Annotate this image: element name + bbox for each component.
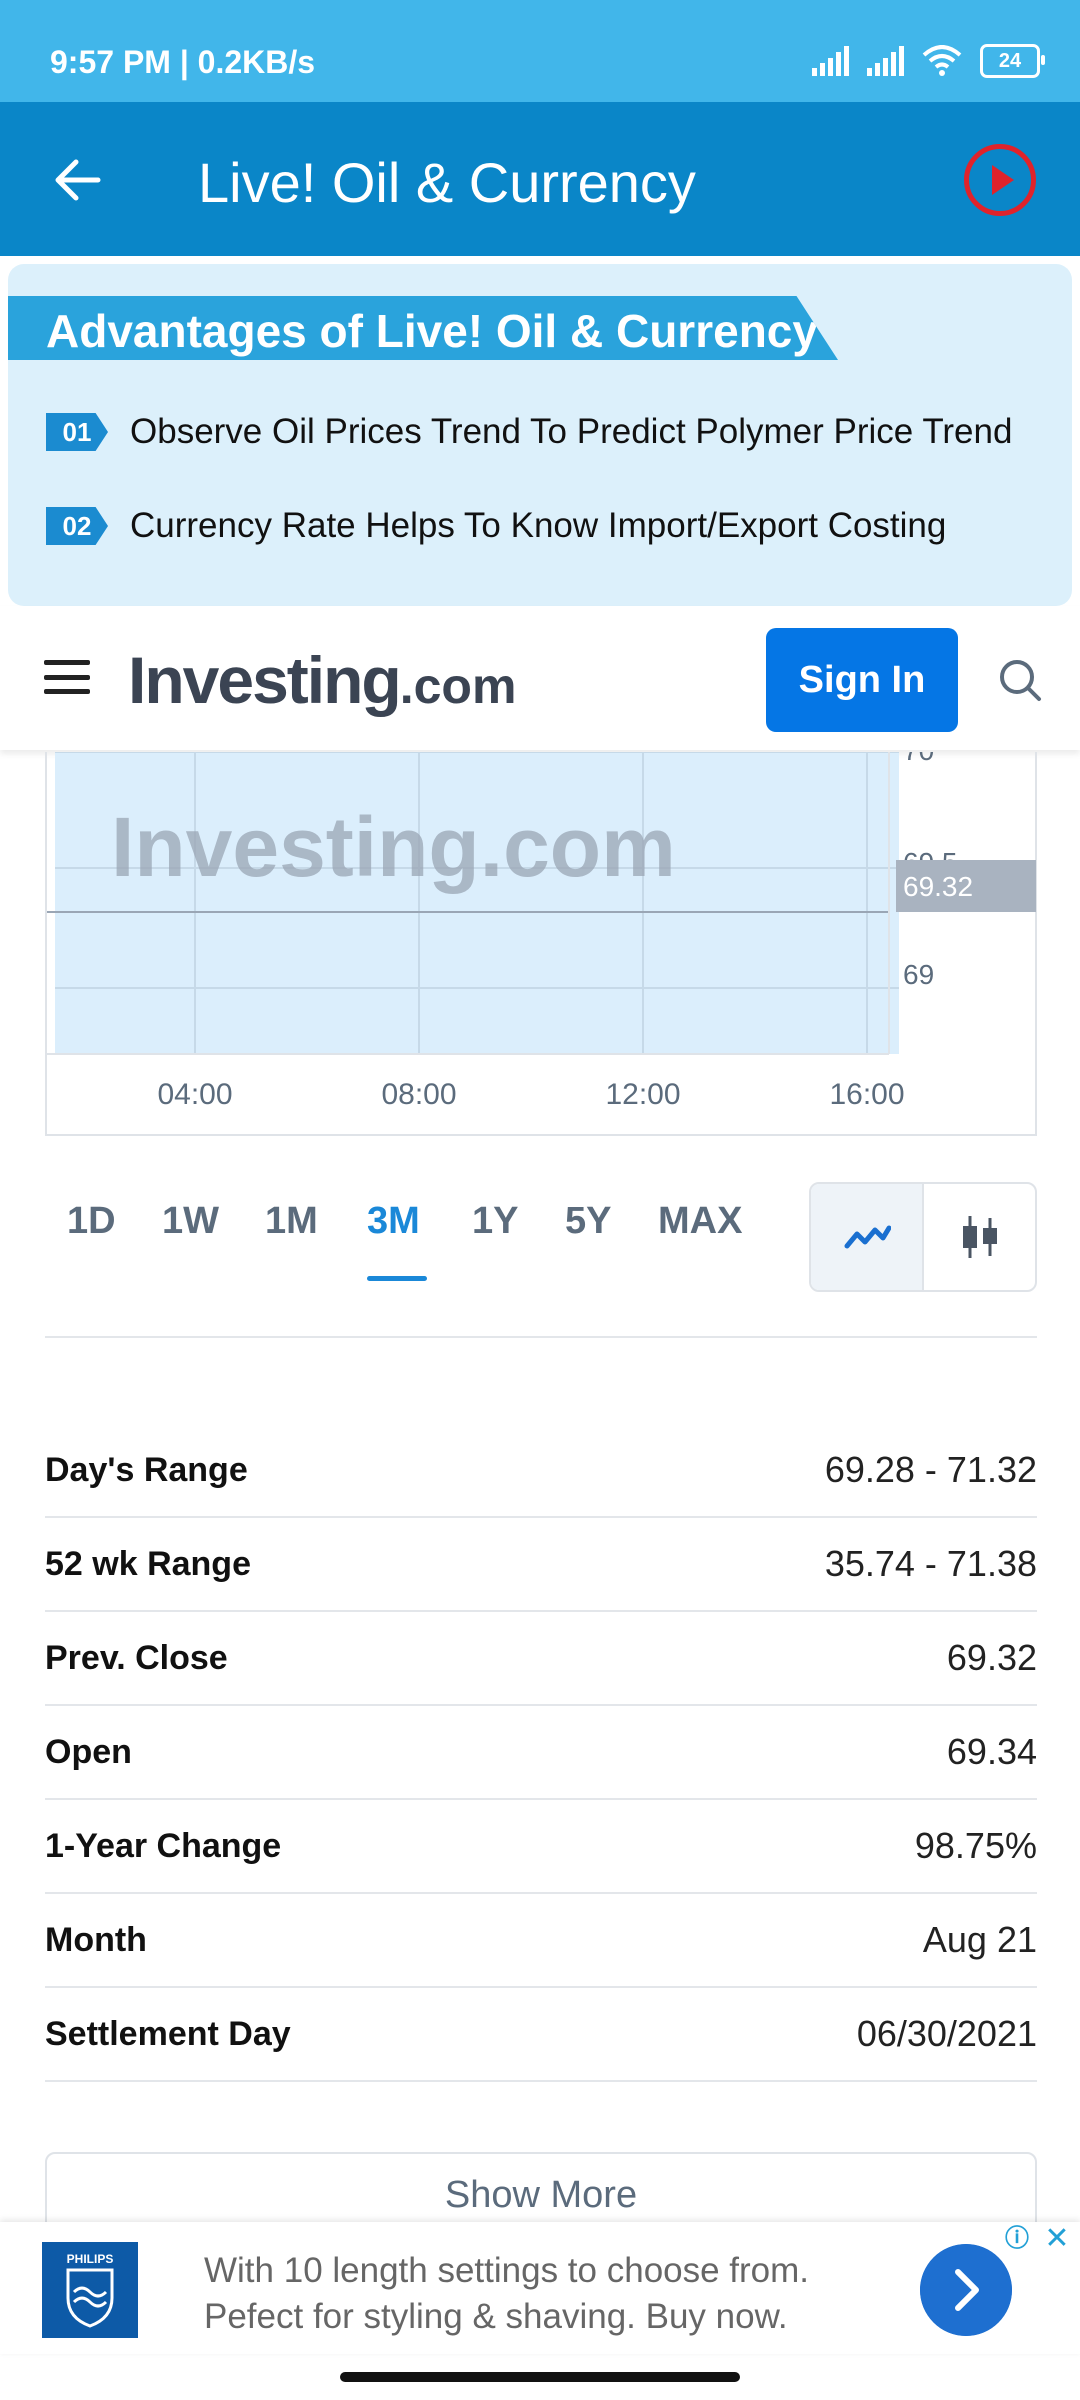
stat-row: Prev. Close 69.32 — [45, 1612, 1037, 1706]
current-price-label: 69.32 — [903, 871, 973, 902]
tab-1d[interactable]: 1D — [67, 1200, 116, 1243]
tab-1y[interactable]: 1Y — [472, 1200, 518, 1243]
ad-go-icon[interactable] — [920, 2244, 1012, 2336]
stat-value: 35.74 - 71.38 — [824, 1543, 1037, 1584]
ad-close-icon[interactable]: ✕ — [1040, 2222, 1074, 2256]
logo-text: Investing — [128, 643, 402, 717]
stat-value: 98.75% — [914, 1825, 1037, 1866]
price-chart[interactable]: Investing.com 70 69.5 69 69.32 04:00 08:… — [45, 752, 1037, 1136]
stat-row: Day's Range 69.28 - 71.32 — [45, 1424, 1037, 1518]
tab-max[interactable]: MAX — [658, 1200, 742, 1243]
sign-in-button[interactable]: Sign In — [766, 628, 958, 732]
stat-value: 69.32 — [946, 1637, 1037, 1678]
y-tick-label: 70 — [903, 752, 934, 766]
wifi-icon — [922, 45, 962, 76]
battery-level: 24 — [998, 49, 1022, 72]
advantages-banner: Advantages of Live! Oil & Currency — [8, 296, 838, 360]
status-bar: 9:57 PM | 0.2KB/s 24 — [0, 0, 1080, 102]
advantage-item: 02 Currency Rate Helps To Know Import/Ex… — [46, 506, 946, 546]
signal-icon — [812, 46, 849, 76]
stat-label: Open — [45, 1732, 132, 1771]
philips-logo: PHILIPS — [42, 2242, 138, 2338]
investing-header: Investing.com Sign In — [0, 606, 1080, 750]
ad-info-icon[interactable]: ⓘ — [1000, 2222, 1034, 2256]
tab-5y[interactable]: 5Y — [565, 1200, 611, 1243]
advantages-heading: Advantages of Live! Oil & Currency — [46, 305, 818, 357]
x-tick-label: 12:00 — [605, 1078, 680, 1111]
x-tick-label: 16:00 — [829, 1078, 904, 1111]
ad-line-2: Pefect for styling & shaving. Buy now. — [204, 2297, 788, 2336]
advantage-number: 01 — [46, 413, 108, 451]
app-bar: Live! Oil & Currency — [0, 102, 1080, 256]
investing-logo[interactable]: Investing.com — [128, 642, 516, 718]
ad-text: With 10 length settings to choose from. … — [204, 2248, 809, 2340]
advantage-text: Observe Oil Prices Trend To Predict Poly… — [130, 412, 1013, 451]
y-tick-label: 69 — [903, 959, 934, 990]
stat-label: 52 wk Range — [45, 1544, 251, 1583]
stat-value: 69.28 - 71.32 — [824, 1449, 1037, 1490]
battery-icon: 24 — [980, 44, 1045, 78]
line-chart-icon — [844, 1225, 891, 1249]
stat-label: Month — [45, 1920, 147, 1959]
divider — [45, 1336, 1037, 1338]
stat-label: Day's Range — [45, 1450, 248, 1489]
chart-watermark: Investing.com — [111, 800, 676, 894]
advantage-text: Currency Rate Helps To Know Import/Expor… — [130, 506, 947, 545]
advantage-number: 02 — [46, 507, 108, 545]
stat-row: 52 wk Range 35.74 - 71.38 — [45, 1518, 1037, 1612]
stat-label: Settlement Day — [45, 2014, 291, 2053]
line-chart-button[interactable] — [811, 1184, 924, 1290]
ad-banner[interactable]: PHILIPS With 10 length settings to choos… — [0, 2222, 1080, 2354]
stat-row: Open 69.34 — [45, 1706, 1037, 1800]
status-icons: 24 — [812, 44, 1045, 78]
chart-area-fill — [55, 752, 899, 1054]
page-title: Live! Oil & Currency — [198, 151, 696, 214]
status-time: 9:57 PM | 0.2KB/s — [50, 44, 316, 80]
tab-1m[interactable]: 1M — [265, 1200, 318, 1243]
play-video-icon[interactable] — [964, 144, 1036, 216]
philips-shield-icon — [66, 2268, 114, 2328]
tab-3m[interactable]: 3M — [367, 1200, 420, 1243]
stat-row: 1-Year Change 98.75% — [45, 1800, 1037, 1894]
stat-row: Settlement Day 06/30/2021 — [45, 1988, 1037, 2082]
hamburger-menu-icon[interactable] — [44, 660, 90, 694]
stat-label: Prev. Close — [45, 1638, 228, 1677]
candlestick-chart-button[interactable] — [924, 1184, 1035, 1290]
x-tick-label: 04:00 — [157, 1078, 232, 1111]
ad-line-1: With 10 length settings to choose from. — [204, 2251, 810, 2290]
tab-1w[interactable]: 1W — [162, 1200, 219, 1243]
signal-icon — [867, 46, 904, 76]
stat-row: Month Aug 21 — [45, 1894, 1037, 1988]
search-icon[interactable] — [998, 658, 1042, 702]
advantages-panel: Advantages of Live! Oil & Currency 01 Ob… — [8, 264, 1072, 606]
active-tab-indicator — [367, 1276, 427, 1281]
stat-value: Aug 21 — [922, 1919, 1037, 1960]
x-tick-label: 08:00 — [381, 1078, 456, 1111]
logo-suffix: .com — [399, 658, 517, 714]
advantage-item: 01 Observe Oil Prices Trend To Predict P… — [46, 412, 1012, 452]
chart-type-toggle — [809, 1182, 1037, 1292]
stats-table: Day's Range 69.28 - 71.32 52 wk Range 35… — [45, 1424, 1037, 2082]
stat-label: 1-Year Change — [45, 1826, 282, 1865]
stat-value: 06/30/2021 — [856, 2013, 1037, 2054]
stat-value: 69.34 — [946, 1731, 1037, 1772]
candlestick-icon — [962, 1216, 997, 1258]
home-indicator[interactable] — [340, 2372, 740, 2382]
back-arrow-icon[interactable] — [48, 150, 108, 210]
